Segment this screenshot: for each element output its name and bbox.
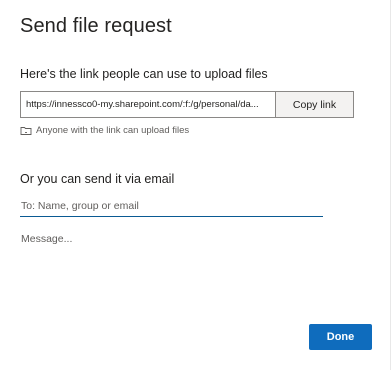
link-row: https://innessco0-my.sharepoint.com/:f:/… (20, 91, 354, 118)
send-file-request-dialog: Send file request Here's the link people… (0, 0, 391, 370)
folder-link-icon (20, 125, 32, 136)
email-heading: Or you can send it via email (20, 172, 175, 186)
done-button[interactable]: Done (309, 324, 372, 350)
link-permission-info: Anyone with the link can upload files (20, 125, 189, 136)
to-recipients-input[interactable] (20, 195, 323, 217)
permission-text: Anyone with the link can upload files (36, 125, 190, 136)
copy-link-button[interactable]: Copy link (275, 91, 354, 118)
message-input[interactable] (20, 231, 350, 291)
dialog-title: Send file request (20, 15, 172, 37)
upload-link-field[interactable]: https://innessco0-my.sharepoint.com/:f:/… (20, 91, 275, 118)
link-heading: Here's the link people can use to upload… (20, 67, 268, 81)
